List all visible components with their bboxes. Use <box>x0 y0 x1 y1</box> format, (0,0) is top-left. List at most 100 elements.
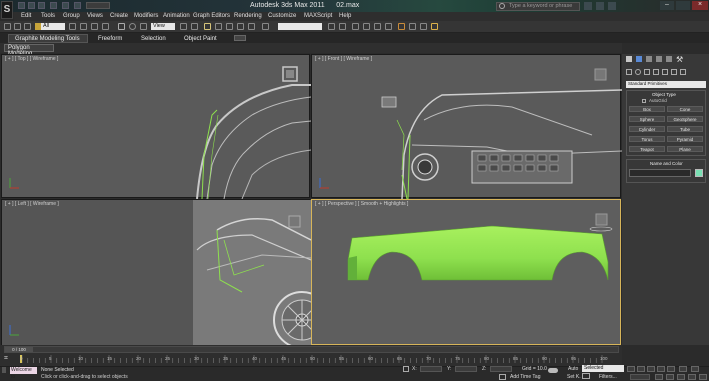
pivot-center-icon[interactable] <box>180 23 187 30</box>
select-scale-icon[interactable] <box>140 23 147 30</box>
menu-maxscript[interactable]: MAXScript <box>304 12 332 21</box>
lock-selection-icon[interactable] <box>403 366 409 372</box>
viewport-top-label[interactable]: [ + ] [ Top ] [ Wireframe ] <box>5 56 58 62</box>
name-color-header[interactable]: Name and Color <box>650 161 683 166</box>
minimize-button[interactable]: – <box>660 1 674 10</box>
help-question-icon[interactable] <box>608 2 616 10</box>
favorites-star-icon[interactable] <box>596 2 604 10</box>
maximize-viewport-icon[interactable] <box>699 374 707 380</box>
select-move-icon[interactable] <box>118 23 125 30</box>
select-object-icon[interactable] <box>69 23 76 30</box>
set-key-icon[interactable] <box>548 368 558 373</box>
graphite-toggle-icon[interactable] <box>363 23 370 30</box>
viewport-perspective-label[interactable]: [ + ] [ Perspective ] [ Smooth + Highlig… <box>315 201 408 207</box>
maximize-button[interactable] <box>676 1 690 10</box>
mirror-icon[interactable] <box>328 23 335 30</box>
helpers-icon[interactable] <box>662 69 668 75</box>
viewport-front-label[interactable]: [ + ] [ Front ] [ Wireframe ] <box>315 56 372 62</box>
pan-view-icon[interactable] <box>677 374 685 380</box>
modify-tab-icon[interactable] <box>636 56 642 62</box>
undo-icon[interactable] <box>50 2 57 9</box>
tab-object-paint[interactable]: Object Paint <box>184 35 217 43</box>
tab-freeform[interactable]: Freeform <box>98 35 122 43</box>
select-rotate-icon[interactable] <box>129 23 136 30</box>
go-to-start-icon[interactable] <box>627 366 635 372</box>
menu-customize[interactable]: Customize <box>268 12 296 21</box>
next-frame-icon[interactable] <box>657 366 665 372</box>
hierarchy-tab-icon[interactable] <box>646 56 652 62</box>
object-name-field[interactable] <box>629 169 691 177</box>
add-time-tag-icon[interactable] <box>499 374 506 380</box>
viewport-left[interactable]: [ + ] [ Left ] [ Wireframe ] <box>1 199 311 346</box>
tab-selection[interactable]: Selection <box>141 35 166 43</box>
x-coordinate-field[interactable] <box>420 366 442 372</box>
menu-animation[interactable]: Animation <box>163 12 190 21</box>
pyramid-button[interactable]: Pyramid <box>667 136 703 142</box>
communication-center-icon[interactable] <box>584 2 592 10</box>
app-logo-icon[interactable]: S <box>1 1 13 19</box>
go-to-end-icon[interactable] <box>667 366 675 372</box>
object-color-swatch[interactable] <box>695 169 703 177</box>
space-warps-icon[interactable] <box>671 69 677 75</box>
primitive-category-dropdown[interactable]: Standard Primitives <box>626 81 706 88</box>
new-file-icon[interactable] <box>18 2 25 9</box>
motion-tab-icon[interactable] <box>656 56 662 62</box>
systems-icon[interactable] <box>680 69 686 75</box>
selection-filter-dropdown[interactable]: All <box>41 23 65 30</box>
undo-toolbar-icon[interactable] <box>4 23 11 30</box>
material-editor-icon[interactable] <box>398 23 405 30</box>
select-by-name-icon[interactable] <box>80 23 87 30</box>
angle-snap-icon[interactable] <box>226 23 233 30</box>
previous-frame-icon[interactable] <box>637 366 645 372</box>
schematic-view-icon[interactable] <box>385 23 392 30</box>
close-button[interactable]: × <box>692 1 708 10</box>
project-folder-icon[interactable] <box>74 2 81 9</box>
set-key-button[interactable]: Set K. <box>567 374 581 380</box>
object-type-header[interactable]: Object Type <box>652 92 676 97</box>
orbit-icon[interactable] <box>688 374 696 380</box>
torus-button[interactable]: Torus <box>629 136 665 142</box>
menu-help[interactable]: Help <box>339 12 351 21</box>
shapes-icon[interactable] <box>635 69 641 75</box>
time-configuration-icon[interactable] <box>691 366 699 372</box>
window-crossing-icon[interactable] <box>102 23 109 30</box>
z-coordinate-field[interactable] <box>490 366 512 372</box>
keyboard-shortcut-icon[interactable] <box>204 23 211 30</box>
viewport-top[interactable]: [ + ] [ Top ] [ Wireframe ] <box>1 54 312 200</box>
zoom-all-icon[interactable] <box>666 374 674 380</box>
unlink-icon[interactable] <box>24 23 31 30</box>
viewport-perspective[interactable]: [ + ] [ Perspective ] [ Smooth + Highlig… <box>311 199 621 345</box>
zoom-icon[interactable] <box>655 374 663 380</box>
ribbon-options-icon[interactable] <box>234 35 246 41</box>
play-icon[interactable] <box>647 366 655 372</box>
tube-button[interactable]: Tube <box>667 126 703 132</box>
menu-modifiers[interactable]: Modifiers <box>134 12 158 21</box>
rendered-frame-window-icon[interactable] <box>420 23 427 30</box>
spinner-snap-icon[interactable] <box>248 23 255 30</box>
menu-tools[interactable]: Tools <box>41 12 55 21</box>
y-coordinate-field[interactable] <box>455 366 477 372</box>
redo-icon[interactable] <box>62 2 69 9</box>
cameras-icon[interactable] <box>653 69 659 75</box>
set-key-lock-icon[interactable] <box>582 373 590 379</box>
menu-views[interactable]: Views <box>87 12 103 21</box>
maxscript-listener-toggle[interactable] <box>2 367 6 373</box>
render-setup-icon[interactable] <box>409 23 416 30</box>
cone-button[interactable]: Cone <box>667 106 703 112</box>
plane-button[interactable]: Plane <box>667 146 703 152</box>
add-time-tag-button[interactable]: Add Time Tag <box>510 374 540 380</box>
menu-graph-editors[interactable]: Graph Editors <box>193 12 230 21</box>
snaps-toggle-icon[interactable] <box>215 23 222 30</box>
layer-manager-icon[interactable] <box>352 23 359 30</box>
viewport-left-label[interactable]: [ + ] [ Left ] [ Wireframe ] <box>5 201 59 207</box>
reference-coordinate-dropdown[interactable]: View <box>151 23 175 30</box>
box-button[interactable]: Box <box>629 106 665 112</box>
auto-key-button[interactable]: Auto <box>568 366 578 372</box>
create-tab-icon[interactable] <box>626 56 632 62</box>
key-mode-toggle-icon[interactable] <box>679 366 687 372</box>
named-selection-sets-dropdown[interactable] <box>278 23 322 30</box>
viewport-front[interactable]: [ + ] [ Front ] [ Wireframe ] <box>311 54 623 200</box>
current-frame-field[interactable] <box>630 374 650 380</box>
sphere-button[interactable]: Sphere <box>629 116 665 122</box>
menu-edit[interactable]: Edit <box>21 12 31 21</box>
